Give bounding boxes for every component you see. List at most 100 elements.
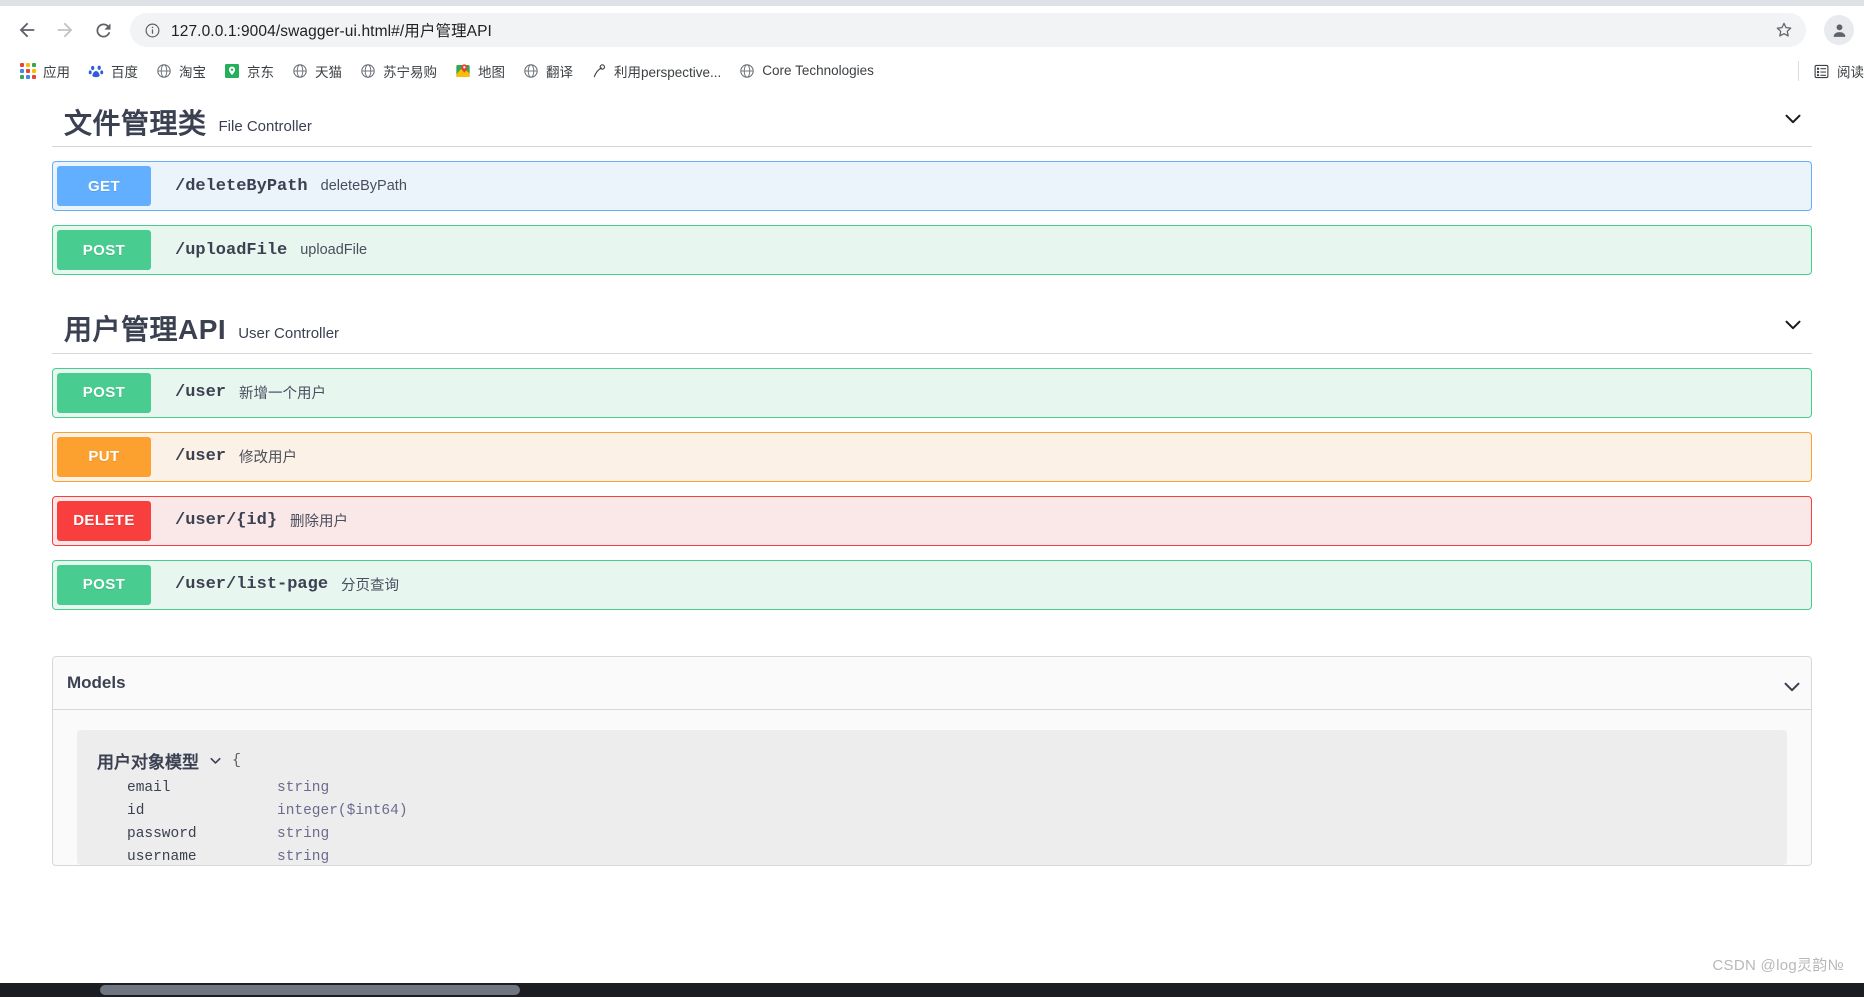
bookmark-tmall[interactable]: 天猫 [284, 58, 349, 84]
bookmark-apps[interactable]: 应用 [12, 58, 77, 84]
profile-avatar[interactable] [1824, 15, 1854, 45]
forward-button[interactable] [48, 13, 82, 47]
bookmark-perspective[interactable]: 利用perspective... [583, 58, 728, 84]
bookmark-label: 淘宝 [179, 64, 206, 80]
bookmark-label: 京东 [247, 64, 274, 80]
bookmark-star-icon[interactable] [1770, 16, 1798, 44]
reload-icon [95, 22, 110, 37]
bookmark-baidu[interactable]: 百度 [80, 58, 145, 84]
chevron-down-icon[interactable] [1780, 312, 1806, 343]
bookmark-translate[interactable]: 翻译 [515, 58, 580, 84]
model-name-row[interactable]: 用户对象模型 { [97, 748, 1767, 773]
back-arrow-icon [19, 22, 35, 38]
model-name: 用户对象模型 [97, 752, 199, 772]
operation-delete-user-id[interactable]: DELETE /user/{id} 删除用户 [52, 495, 1812, 546]
operation-put-user[interactable]: PUT /user 修改用户 [52, 431, 1812, 482]
http-method-badge: POST [57, 230, 151, 271]
divider [1798, 61, 1799, 81]
property-name: username [127, 848, 197, 865]
bookmark-label: 苏宁易购 [383, 64, 437, 80]
bookmark-label: Core Technologies [762, 63, 874, 78]
property-name: id [127, 802, 145, 819]
browser-window: 127.0.0.1:9004/swagger-ui.html#/用户管理API [0, 0, 1864, 997]
chevron-down-icon[interactable] [207, 752, 224, 769]
globe-icon [738, 62, 755, 79]
scrollbar-thumb[interactable] [100, 985, 520, 995]
globe-icon [291, 62, 308, 79]
property-type: integer($int64) [277, 802, 408, 819]
horizontal-scrollbar[interactable] [0, 983, 1864, 997]
globe-icon [155, 62, 172, 79]
operation-summary: deleteByPath [320, 178, 407, 195]
bookmark-label: 翻译 [546, 64, 573, 80]
http-method-badge: POST [57, 564, 151, 605]
apps-grid-icon [19, 62, 36, 79]
bookmark-jd[interactable]: 京东 [216, 58, 281, 84]
jd-icon [223, 62, 240, 79]
bookmark-suning[interactable]: 苏宁易购 [352, 58, 444, 84]
model-open-brace: { [232, 751, 242, 769]
models-section: Models 用户对象模型 {email string id integer(… [52, 655, 1812, 866]
bookmarks-overflow-label: 阅读 [1837, 65, 1864, 80]
url-text[interactable]: 127.0.0.1:9004/swagger-ui.html#/用户管理API [171, 19, 1770, 41]
reload-button[interactable] [86, 13, 120, 47]
model-property-row: email string [97, 780, 1767, 796]
bookmark-page-icon [590, 62, 607, 79]
browser-toolbar: 127.0.0.1:9004/swagger-ui.html#/用户管理API [0, 6, 1864, 54]
back-button[interactable] [10, 13, 44, 47]
operation-post-uploadfile[interactable]: POST /uploadFile uploadFile [52, 225, 1812, 276]
bookmark-taobao[interactable]: 淘宝 [148, 58, 213, 84]
maps-pin-icon [454, 62, 471, 79]
bookmark-label: 天猫 [315, 64, 342, 80]
model-property-row: username string [97, 849, 1767, 865]
page-content: 文件管理类 File Controller GET /deleteByPath … [0, 83, 1864, 997]
operation-get-deletebypath[interactable]: GET /deleteByPath deleteByPath [52, 161, 1812, 212]
address-bar[interactable]: 127.0.0.1:9004/swagger-ui.html#/用户管理API [130, 13, 1806, 47]
http-method-badge: PUT [57, 436, 151, 477]
operation-path: /deleteByPath [175, 176, 308, 196]
operation-path: /user [175, 383, 227, 403]
forward-arrow-icon [57, 22, 73, 38]
property-type: string [277, 779, 330, 796]
operation-post-user[interactable]: POST /user 新增一个用户 [52, 367, 1812, 418]
bookmark-label: 应用 [43, 64, 70, 80]
profile-avatar-icon [1833, 23, 1845, 37]
http-method-badge: DELETE [57, 500, 151, 541]
tag-header[interactable]: 用户管理API User Controller [52, 289, 1812, 354]
operation-path: /user/list-page [175, 575, 329, 595]
globe-icon [522, 62, 539, 79]
swagger-ui: 文件管理类 File Controller GET /deleteByPath … [0, 83, 1864, 866]
operation-summary: uploadFile [300, 242, 368, 259]
bookmark-core-technologies[interactable]: Core Technologies [731, 58, 881, 84]
model-property-row: password string [97, 826, 1767, 842]
property-name: password [127, 825, 197, 842]
site-info-icon[interactable] [144, 22, 161, 39]
chevron-down-icon[interactable] [1780, 105, 1806, 136]
bookmark-label: 地图 [478, 64, 505, 80]
chevron-down-icon[interactable] [1779, 673, 1805, 704]
tag-subtitle: User Controller [238, 324, 340, 342]
tag-title: 文件管理类 [64, 108, 207, 139]
property-type: string [277, 825, 330, 842]
property-name: email [127, 779, 171, 796]
tag-header[interactable]: 文件管理类 File Controller [52, 83, 1812, 148]
models-header[interactable]: Models [53, 657, 1811, 710]
operation-summary: 新增一个用户 [239, 386, 327, 403]
bookmark-maps[interactable]: 地图 [447, 58, 512, 84]
models-body: 用户对象模型 { email string id integer($int64)… [53, 710, 1811, 865]
operation-summary: 分页查询 [341, 578, 400, 595]
operation-post-user-list-page[interactable]: POST /user/list-page 分页查询 [52, 559, 1812, 610]
operation-summary: 删除用户 [290, 514, 349, 531]
tag-subtitle: File Controller [218, 118, 312, 136]
operation-path: /user/{id} [175, 511, 278, 531]
property-type: string [277, 848, 330, 865]
bookmark-label: 利用perspective... [614, 64, 722, 80]
model-property-row: id integer($int64) [97, 803, 1767, 819]
watermark: CSDN @log灵韵№ [1712, 957, 1844, 974]
tag-section-user-controller: 用户管理API User Controller POST /user 新增一个用… [52, 289, 1812, 610]
globe-icon [359, 62, 376, 79]
tag-section-file-controller: 文件管理类 File Controller GET /deleteByPath … [52, 83, 1812, 276]
bookmark-label: 百度 [111, 64, 138, 80]
model-user-object: 用户对象模型 { email string id integer($int64)… [77, 729, 1787, 865]
reading-list-icon [1813, 63, 1830, 80]
